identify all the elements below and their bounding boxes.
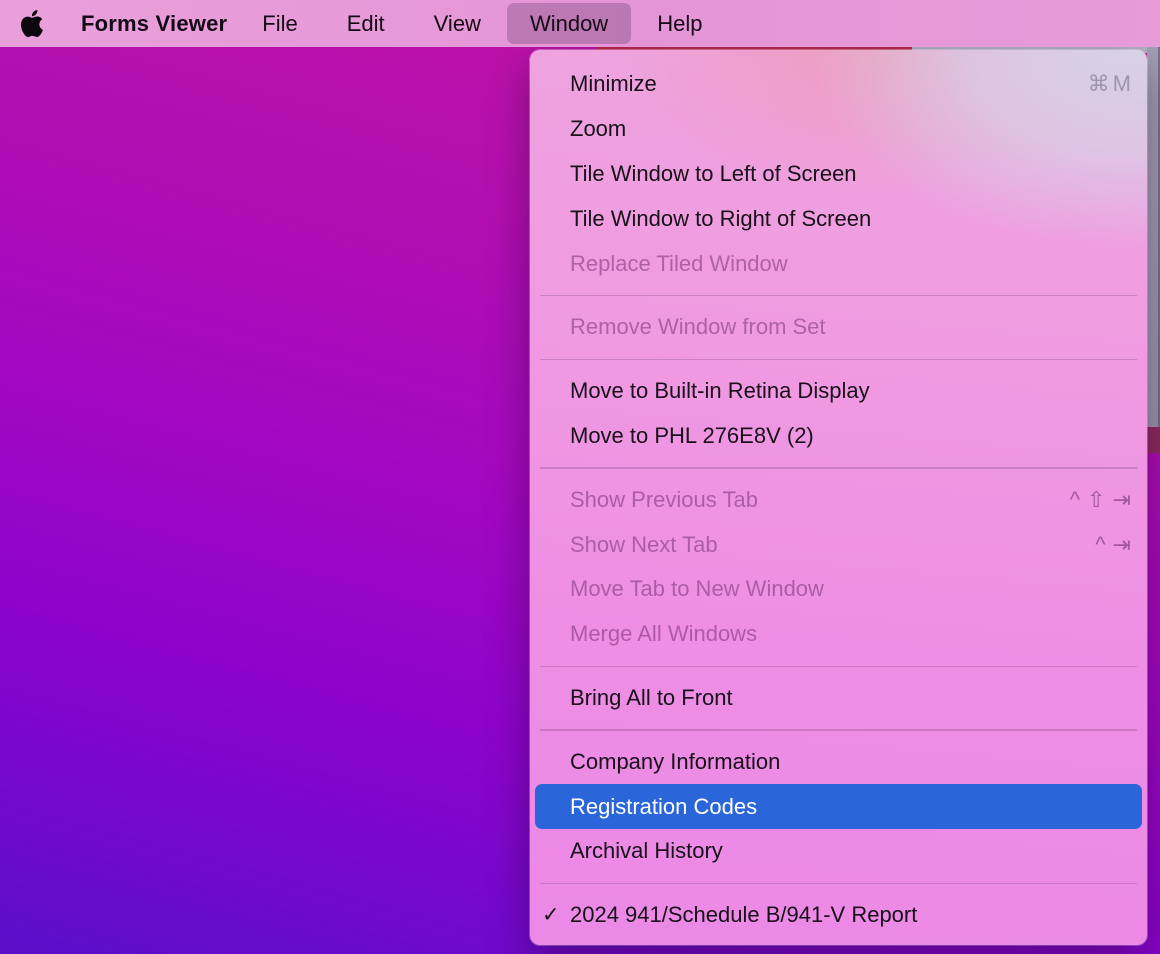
menubar-item-file[interactable]: File [239, 3, 320, 44]
menu-item-company-information[interactable]: Company Information [530, 739, 1147, 784]
menubar-item-help[interactable]: Help [634, 3, 725, 44]
menu-item-label: Archival History [570, 838, 1131, 864]
menu-item-tile-window-to-left-of-screen[interactable]: Tile Window to Left of Screen [530, 152, 1147, 197]
menu-item-label: Move to Built-in Retina Display [570, 378, 1131, 404]
menu-item-label: Show Previous Tab [570, 487, 1070, 513]
menu-separator [530, 286, 1147, 305]
menubar-item-view[interactable]: View [411, 3, 504, 44]
menu-item-label: Minimize [570, 71, 1088, 97]
menu-separator [530, 720, 1147, 739]
menu-item-label: Registration Codes [570, 794, 1126, 820]
menu-separator [530, 350, 1147, 369]
menu-item-minimize[interactable]: Minimize⌘M [530, 62, 1147, 107]
menu-item-archival-history[interactable]: Archival History [530, 829, 1147, 874]
menu-item-move-tab-to-new-window: Move Tab to New Window [530, 567, 1147, 612]
menu-item-show-next-tab: Show Next Tab^⇥ [530, 522, 1147, 567]
menubar-item-window[interactable]: Window [507, 3, 631, 44]
menu-item-shortcut: ^⇥ [1095, 532, 1138, 558]
menu-item-label: Replace Tiled Window [570, 251, 1131, 277]
menu-item-label: Bring All to Front [570, 685, 1131, 711]
window-dropdown-menu: Minimize⌘M Zoom Tile Window to Left of Scr… [530, 50, 1147, 945]
menu-item-remove-window-from-set: Remove Window from Set [530, 305, 1147, 350]
menu-item-zoom[interactable]: Zoom [530, 107, 1147, 152]
menu-item-label: Company Information [570, 749, 1131, 775]
menubar-item-edit[interactable]: Edit [324, 3, 408, 44]
menu-item-label: Move to PHL 276E8V (2) [570, 423, 1131, 449]
menu-item-label: Zoom [570, 116, 1131, 142]
menu-separator [530, 657, 1147, 676]
menu-item-label: Merge All Windows [570, 621, 1131, 647]
menu-item-replace-tiled-window: Replace Tiled Window [530, 241, 1147, 286]
menu-item-move-to-built-in-retina-display[interactable]: Move to Built-in Retina Display [530, 369, 1147, 414]
menu-item-shortcut: ⌘M [1088, 71, 1134, 97]
menu-separator [530, 874, 1147, 893]
menu-separator [530, 458, 1147, 477]
menu-item-bring-all-to-front[interactable]: Bring All to Front [530, 676, 1147, 721]
menu-item-label: 2024 941/Schedule B/941-V Report [570, 902, 1131, 928]
menu-item-label: Remove Window from Set [570, 314, 1131, 340]
menu-item-show-previous-tab: Show Previous Tab^⇧⇥ [530, 477, 1147, 522]
app-menu-title[interactable]: Forms Viewer [81, 11, 227, 37]
menu-bar: Forms Viewer FileEditViewWindowHelp [0, 0, 1160, 47]
menu-item-tile-window-to-right-of-screen[interactable]: Tile Window to Right of Screen [530, 196, 1147, 241]
checkmark-icon: ✓ [542, 903, 560, 928]
menu-item-label: Show Next Tab [570, 532, 1095, 558]
menu-item-2024-941-schedule-b-941-v-report[interactable]: ✓ 2024 941/Schedule B/941-V Report [530, 893, 1147, 938]
menu-bar-items: FileEditViewWindowHelp [236, 0, 725, 47]
apple-menu-icon[interactable] [21, 10, 43, 37]
menu-item-label: Tile Window to Right of Screen [570, 206, 1131, 232]
background-window-right-strip [1147, 47, 1160, 427]
menu-item-merge-all-windows: Merge All Windows [530, 612, 1147, 657]
menu-item-registration-codes[interactable]: Registration Codes [535, 784, 1142, 829]
menu-item-shortcut: ^⇧⇥ [1070, 487, 1138, 513]
background-window-right-strip-maroon [1147, 427, 1160, 453]
menu-item-label: Tile Window to Left of Screen [570, 161, 1131, 187]
menu-item-move-to-phl-276e8v-2[interactable]: Move to PHL 276E8V (2) [530, 414, 1147, 459]
menu-item-label: Move Tab to New Window [570, 576, 1131, 602]
